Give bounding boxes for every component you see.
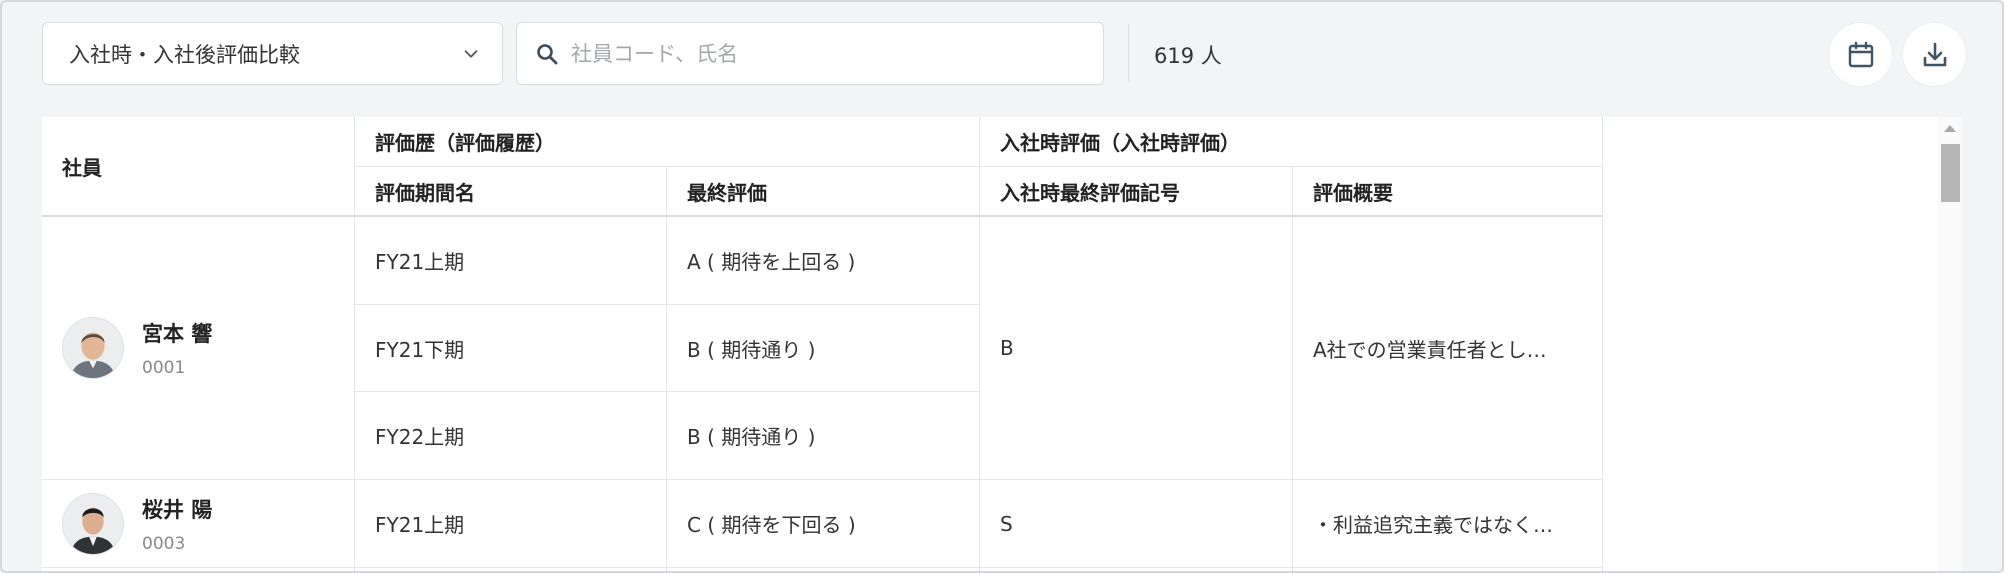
- next-row-stub: [1293, 568, 1603, 571]
- final-rating-cell: C ( 期待を下回る ): [667, 480, 980, 568]
- header-summary: 評価概要: [1293, 167, 1603, 216]
- header-employee: 社員: [42, 117, 355, 216]
- period-name-cell: FY21上期: [355, 480, 667, 568]
- final-rating-cell: A ( 期待を上回る ): [667, 217, 980, 305]
- view-select[interactable]: 入社時・入社後評価比較: [42, 22, 503, 85]
- header-entry-final-mark: 入社時最終評価記号: [980, 167, 1293, 216]
- employee-name[interactable]: 宮本 響: [142, 318, 212, 348]
- period-name-cell: FY21上期: [355, 217, 667, 305]
- evaluation-table: 社員 評価歴（評価履歴） 入社時評価（入社時評価） 評価期間名 最終評価 入社時…: [42, 117, 1962, 571]
- header-history-group: 評価歴（評価履歴）: [355, 117, 980, 167]
- search-icon: [537, 43, 558, 64]
- view-select-label: 入社時・入社後評価比較: [69, 42, 300, 67]
- next-row-stub: [355, 568, 667, 571]
- entry-mark-cell: S: [980, 480, 1293, 568]
- employee-count: 619 人: [1154, 44, 1222, 68]
- next-row-stub: [980, 568, 1293, 571]
- final-rating-cell: B ( 期待通り ): [667, 392, 980, 480]
- next-row-stub: [667, 568, 980, 571]
- chevron-down-icon: [464, 49, 478, 58]
- download-button[interactable]: [1903, 23, 1966, 86]
- period-name-cell: FY22上期: [355, 392, 667, 480]
- next-row-stub: [42, 568, 355, 571]
- employee-code: 0001: [142, 358, 186, 378]
- summary-text: ・利益追究主義ではなく…: [1313, 513, 1553, 537]
- calendar-icon: [1848, 41, 1873, 67]
- app-frame: 入社時・入社後評価比較 619 人 社員 評価歴（評価履歴）: [0, 0, 2004, 573]
- search-box[interactable]: [516, 22, 1104, 85]
- summary-cell: A社での営業責任者とし…: [1293, 217, 1603, 480]
- person-photo-icon: [63, 493, 123, 554]
- entry-mark-cell: B: [980, 217, 1293, 480]
- person-photo-icon: [63, 318, 123, 378]
- scroll-up-arrow-icon[interactable]: [1944, 125, 1956, 132]
- employee-code: 0003: [142, 533, 186, 554]
- table-row-employee[interactable]: 桜井 陽 0003: [42, 480, 355, 568]
- period-name-cell: FY21下期: [355, 305, 667, 392]
- scroll-thumb[interactable]: [1941, 144, 1960, 202]
- summary-text: A社での営業責任者とし…: [1313, 337, 1547, 362]
- table-grid: 社員 評価歴（評価履歴） 入社時評価（入社時評価） 評価期間名 最終評価 入社時…: [42, 117, 1603, 571]
- avatar: [62, 492, 124, 555]
- header-period-name: 評価期間名: [355, 167, 667, 216]
- vertical-scrollbar[interactable]: [1938, 117, 1962, 571]
- avatar: [62, 317, 124, 379]
- calendar-button[interactable]: [1829, 23, 1892, 86]
- header-final-rating: 最終評価: [667, 167, 980, 216]
- summary-cell: ・利益追究主義ではなく…: [1293, 480, 1603, 568]
- toolbar-divider: [1128, 24, 1129, 82]
- employee-name[interactable]: 桜井 陽: [142, 494, 212, 524]
- header-entry-group: 入社時評価（入社時評価）: [980, 117, 1603, 167]
- table-row-employee[interactable]: 宮本 響 0001: [42, 217, 355, 480]
- final-rating-cell: B ( 期待通り ): [667, 305, 980, 392]
- search-input[interactable]: [571, 41, 1085, 66]
- download-icon: [1923, 42, 1946, 66]
